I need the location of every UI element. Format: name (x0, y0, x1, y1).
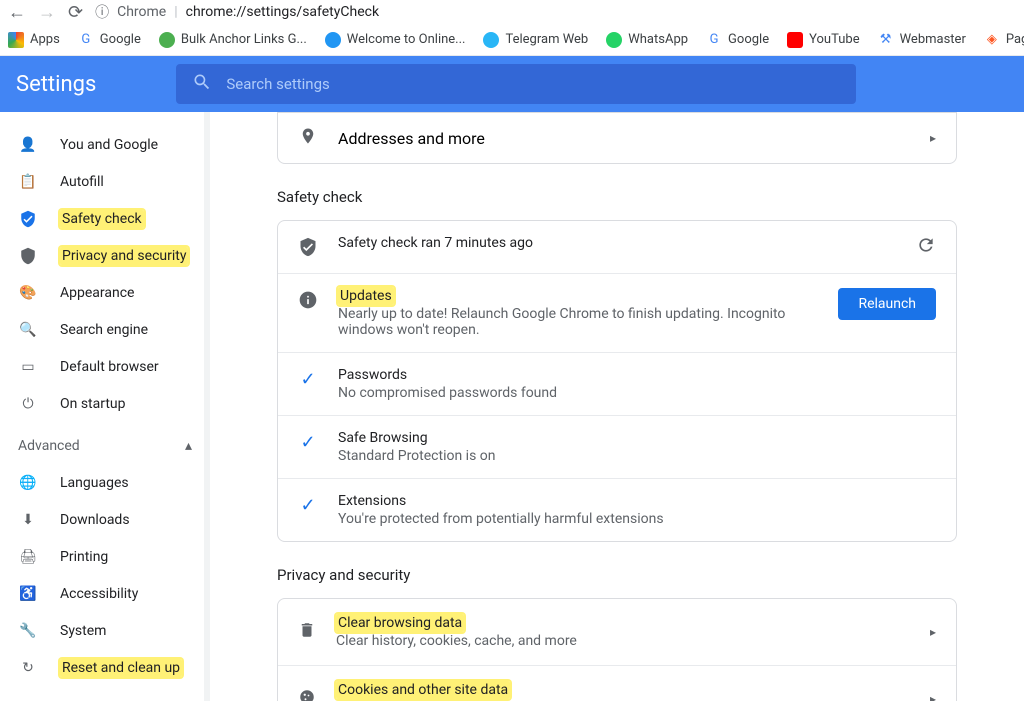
bookmark-pagespeed[interactable]: ◈PageSpeed Insights (984, 32, 1024, 48)
browser-icon: ▭ (18, 359, 38, 375)
sidebar-item-languages[interactable]: 🌐Languages (0, 464, 210, 501)
updates-row: Updates Nearly up to date! Relaunch Goog… (278, 273, 956, 352)
sidebar-item-downloads[interactable]: ⬇Downloads (0, 501, 210, 538)
bookmark-google[interactable]: GGoogle (78, 32, 141, 48)
browser-toolbar: ← → ⟳ ⓘ Chrome | chrome://settings/safet… (0, 0, 1024, 24)
whatsapp-icon (606, 32, 622, 48)
bookmark-youtube[interactable]: YouTube (787, 32, 860, 48)
sidebar-item-default-browser[interactable]: ▭Default browser (0, 348, 210, 385)
passwords-row: ✓ PasswordsNo compromised passwords foun… (278, 352, 956, 415)
download-icon: ⬇ (18, 512, 38, 528)
reload-button[interactable]: ⟳ (68, 2, 83, 23)
chevron-up-icon: ▴ (185, 438, 192, 454)
page-title: Settings (16, 72, 96, 97)
sidebar-item-search-engine[interactable]: 🔍Search engine (0, 311, 210, 348)
extensions-row: ✓ ExtensionsYou're protected from potent… (278, 478, 956, 541)
palette-icon: 🎨 (18, 285, 38, 301)
site-icon (325, 32, 341, 48)
main-content: Addresses and more ▸ Safety check Safety… (210, 112, 1024, 701)
clipboard-icon: 📋 (18, 174, 38, 190)
shield-icon (18, 247, 38, 265)
webmaster-icon: ⚒ (878, 32, 894, 48)
sidebar-item-you-and-google[interactable]: 👤You and Google (0, 126, 210, 163)
privacy-card: Clear browsing dataClear history, cookie… (277, 598, 957, 701)
apps-shortcut[interactable]: Apps (8, 32, 60, 48)
bookmarks-bar: Apps GGoogle Bulk Anchor Links G... Welc… (0, 24, 1024, 56)
chevron-right-icon: ▸ (930, 131, 936, 145)
bookmark-welcome[interactable]: Welcome to Online... (325, 32, 466, 48)
globe-icon: 🌐 (18, 475, 38, 491)
youtube-icon (787, 32, 803, 48)
restore-icon: ↻ (18, 660, 38, 676)
sidebar-item-autofill[interactable]: 📋Autofill (0, 163, 210, 200)
chevron-right-icon: ▸ (930, 625, 936, 639)
back-button[interactable]: ← (8, 2, 26, 23)
omnibox-label: Chrome (117, 4, 166, 20)
safe-browsing-row: ✓ Safe BrowsingStandard Protection is on (278, 415, 956, 478)
relaunch-button[interactable]: Relaunch (838, 288, 936, 320)
search-icon: 🔍 (18, 322, 38, 338)
telegram-icon (483, 32, 499, 48)
person-icon: 👤 (18, 137, 38, 153)
cookies-row[interactable]: Cookies and other site dataThird-party c… (278, 665, 956, 701)
sidebar-advanced-toggle[interactable]: Advanced▴ (0, 422, 210, 464)
sidebar-item-appearance[interactable]: 🎨Appearance (0, 274, 210, 311)
bookmark-whatsapp[interactable]: WhatsApp (606, 32, 688, 48)
wrench-icon: 🔧 (18, 623, 38, 639)
clear-browsing-data-row[interactable]: Clear browsing dataClear history, cookie… (278, 599, 956, 665)
shield-check-icon (18, 210, 38, 228)
forward-button[interactable]: → (38, 2, 56, 23)
pagespeed-icon: ◈ (984, 32, 1000, 48)
sidebar-item-safety-check[interactable]: Safety check (0, 200, 210, 237)
trash-icon (298, 621, 316, 643)
power-icon: ⏻ (18, 396, 38, 412)
safety-check-card: Safety check ran 7 minutes ago Updates N… (277, 220, 957, 542)
accessibility-icon: ♿ (18, 586, 38, 602)
bookmark-telegram[interactable]: Telegram Web (483, 32, 588, 48)
safety-status-row: Safety check ran 7 minutes ago (278, 221, 956, 273)
bookmark-google2[interactable]: GGoogle (706, 32, 769, 48)
printer-icon: 🖨 (18, 549, 38, 565)
chevron-right-icon: ▸ (930, 692, 936, 701)
bookmark-webmaster[interactable]: ⚒Webmaster (878, 32, 966, 48)
sidebar-item-label: Reset and clean up (60, 660, 182, 676)
addresses-row[interactable]: Addresses and more ▸ (278, 113, 956, 163)
sidebar-item-privacy-security[interactable]: Privacy and security (0, 237, 210, 274)
refresh-button[interactable] (916, 235, 936, 259)
google-icon: G (78, 32, 94, 48)
sidebar-item-system[interactable]: 🔧System (0, 612, 210, 649)
google-icon: G (706, 32, 722, 48)
search-icon (192, 72, 212, 96)
location-icon (298, 127, 318, 149)
bookmark-bulk-anchor[interactable]: Bulk Anchor Links G... (159, 32, 307, 48)
info-icon (298, 288, 318, 310)
sidebar-item-printing[interactable]: 🖨Printing (0, 538, 210, 575)
globe-icon (159, 32, 175, 48)
sidebar-item-on-startup[interactable]: ⏻On startup (0, 385, 210, 422)
sidebar-item-reset[interactable]: ↻ Reset and clean up (0, 649, 210, 686)
safety-check-heading: Safety check (277, 188, 957, 206)
sidebar-item-accessibility[interactable]: ♿Accessibility (0, 575, 210, 612)
apps-icon (8, 32, 24, 48)
search-box[interactable] (176, 64, 856, 104)
omnibox-url: chrome://settings/safetyCheck (186, 4, 379, 20)
sidebar: 👤You and Google 📋Autofill Safety check P… (0, 112, 210, 701)
sidebar-item-label: Privacy and security (60, 248, 188, 264)
omnibox[interactable]: ⓘ Chrome | chrome://settings/safetyCheck (95, 2, 379, 22)
settings-header: Settings (0, 56, 1024, 112)
search-input[interactable] (226, 75, 840, 93)
check-icon: ✓ (298, 430, 318, 453)
cookie-icon (298, 688, 316, 701)
privacy-heading: Privacy and security (277, 566, 957, 584)
safety-shield-icon (298, 235, 318, 257)
site-info-icon: ⓘ (95, 2, 109, 22)
check-icon: ✓ (298, 493, 318, 516)
sidebar-item-label: Safety check (60, 211, 144, 227)
check-icon: ✓ (298, 367, 318, 390)
